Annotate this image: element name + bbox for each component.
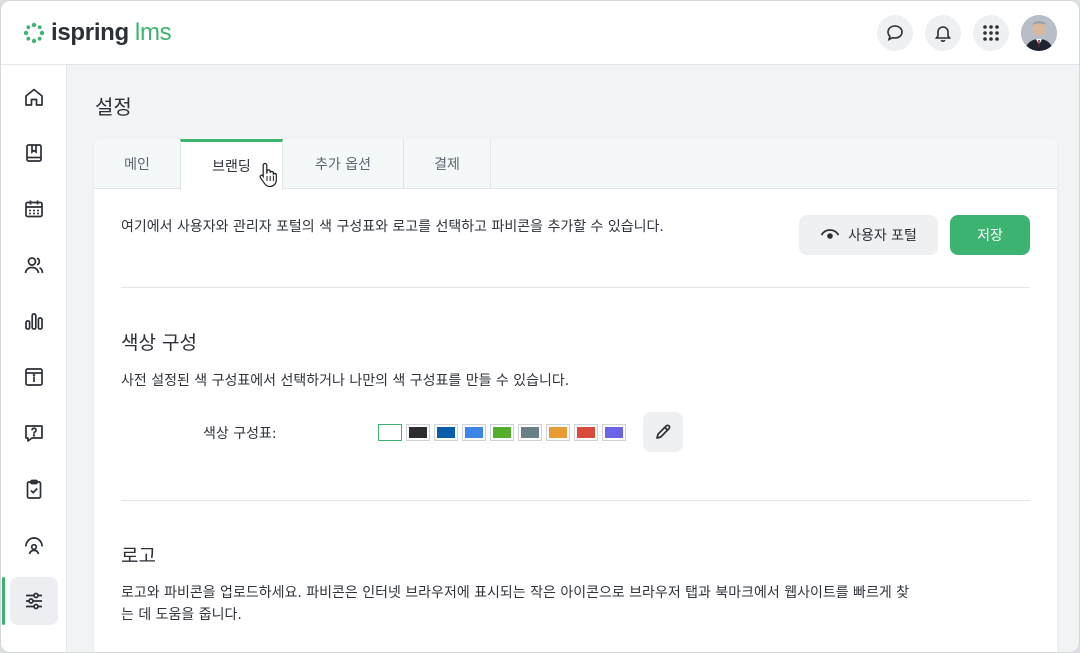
bar-chart-icon [25,313,43,330]
sliders-icon [26,592,42,610]
color-scheme-swatches [378,424,626,441]
tab-main[interactable]: 메인 [94,139,181,189]
color-swatch-fill [577,427,595,438]
color-swatch[interactable] [546,424,570,441]
color-swatch-fill [605,427,623,438]
color-swatch-fill [465,427,483,438]
home-icon [25,88,43,106]
chat-button[interactable] [877,15,913,51]
tab-bar: 메인 브랜딩 추가 옵션 결제 [94,139,1057,190]
edit-color-scheme-button[interactable] [643,412,683,452]
question-chat-icon [25,425,43,442]
sidebar-item-performance[interactable] [10,521,58,569]
speedometer-user-icon [25,537,43,555]
color-swatch-fill [521,427,539,438]
color-swatch[interactable] [602,424,626,441]
apps-grid-icon [983,25,999,41]
color-swatch[interactable] [574,424,598,441]
logo-section-description-line2: 는 데 도움을 줍니다. [121,607,242,623]
branding-intro-text: 여기에서 사용자와 관리자 포털의 색 구성표와 로고를 선택하고 파비콘을 추… [121,219,664,235]
bell-icon [934,26,952,42]
user-portal-button[interactable]: 사용자 포털 [799,215,938,255]
chat-icon [887,25,903,42]
users-icon [24,257,44,274]
sidebar-item-calendar[interactable] [10,185,58,233]
section-divider [121,500,1030,501]
color-swatch-fill [437,427,455,438]
book-icon [26,144,42,162]
color-section-description: 사전 설정된 색 구성표에서 선택하거나 나만의 색 구성표를 만들 수 있습니… [121,373,570,389]
info-panel-icon [25,368,43,386]
top-header: ispring lms [1,1,1079,65]
color-swatch[interactable] [434,424,458,441]
ispring-logo-icon [23,22,45,44]
hand-pointer-icon [259,162,277,188]
save-button[interactable]: 저장 [950,215,1030,255]
logo-section-title: 로고 [121,545,156,567]
sidebar-item-settings[interactable] [10,577,58,625]
color-swatch-fill [549,427,567,438]
color-section-title: 색상 구성 [121,332,197,354]
active-indicator [2,577,5,625]
sidebar-item-users[interactable] [10,241,58,289]
apps-button[interactable] [973,15,1009,51]
avatar-photo-icon [1021,15,1057,51]
sidebar-item-reports[interactable] [10,297,58,345]
sidebar-item-home[interactable] [10,73,58,121]
clipboard-check-icon [26,479,42,499]
sidebar-item-tasks[interactable] [10,465,58,513]
ispring-logo[interactable]: ispring lms [23,18,172,48]
user-avatar[interactable] [1021,15,1057,51]
user-portal-label: 사용자 포털 [848,228,917,244]
logo-text-main: ispring [51,19,129,46]
color-swatch-fill [493,427,511,438]
color-swatch[interactable] [378,424,402,441]
color-swatch[interactable] [406,424,430,441]
calendar-icon [25,200,43,218]
sidebar-item-courses[interactable] [10,129,58,177]
sidebar-item-info[interactable] [10,353,58,401]
app-window: ispring lms 설정 메인 브랜딩 추가 옵션 결제 여기에서 사용자와… [0,0,1080,653]
tab-payment[interactable]: 결제 [404,139,491,189]
logo-text-accent: lms [134,19,172,46]
color-swatch-fill [381,427,399,438]
page-title: 설정 [95,95,132,119]
color-swatch[interactable] [462,424,486,441]
pencil-icon [656,424,671,439]
eye-icon [820,229,840,239]
color-swatch[interactable] [490,424,514,441]
tab-additional-options[interactable]: 추가 옵션 [283,139,404,189]
logo-section-description-line1: 로고와 파비콘을 업로드하세요. 파비콘은 인터넷 브라우저에 표시되는 작은 … [121,585,910,601]
color-swatch-fill [409,427,427,438]
left-sidebar [1,65,67,652]
section-divider [121,287,1030,288]
color-swatch[interactable] [518,424,542,441]
notifications-button[interactable] [925,15,961,51]
sidebar-item-help[interactable] [10,409,58,457]
color-scheme-label: 색상 구성표: [203,426,277,442]
